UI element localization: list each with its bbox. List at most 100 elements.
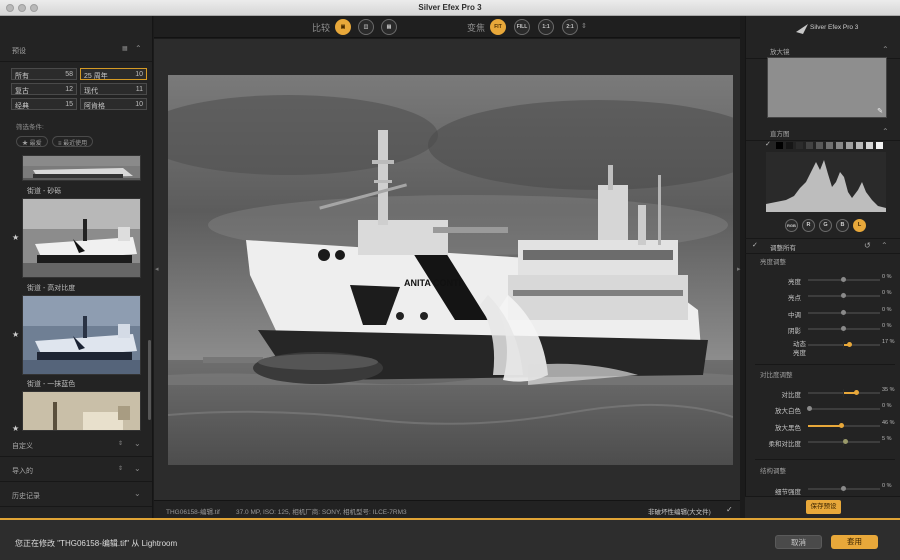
slider-value-amplify-whites: 0 % [882,403,892,409]
adjust-all-header[interactable] [745,238,900,254]
category-25th-anniversary[interactable]: 25 周年 10 [80,68,147,80]
group-contrast-label: 对比度调整 [760,372,793,379]
cancel-button[interactable]: 取消 [775,535,822,549]
slider-amplify-whites[interactable] [807,406,880,411]
history-section[interactable]: 历史记录 ⌄ [0,483,152,507]
side-by-side-icon: ▤ [386,24,392,30]
sort-icon[interactable]: ⇕ [118,440,123,447]
group-structure-label: 结构调整 [760,468,786,475]
histogram-r-button[interactable]: R [802,219,815,232]
loupe-view[interactable]: ✎ [767,57,887,118]
reset-icon[interactable]: ↺ [864,241,871,250]
slider-detail-strength[interactable] [808,485,880,493]
slider-soft-contrast[interactable] [808,438,880,446]
preset-thumbnail[interactable] [22,391,141,431]
filter-favorites[interactable]: ★ 最爱 [16,136,48,147]
slider-dynamic-brightness[interactable] [808,341,880,349]
slider-midtones[interactable] [808,309,880,317]
custom-section[interactable]: 自定义 ⇕ ⌄ [0,433,152,457]
histogram-l-button[interactable]: L [853,219,866,232]
histogram-header[interactable]: 直方图 ⌃ [746,123,900,141]
category-all[interactable]: 所有 58 [11,68,77,80]
apply-button[interactable]: 套用 [831,535,878,549]
zone-swatch[interactable] [816,142,823,149]
check-icon[interactable]: ✓ [765,140,771,148]
zone-swatch[interactable] [786,142,793,149]
category-modern[interactable]: 现代 11 [80,83,147,95]
chevron-down-icon[interactable]: ⌄ [134,489,141,498]
ship-name-text: ANITA CONTI [404,278,461,288]
chevron-up-icon[interactable]: ⌃ [135,44,142,53]
side-by-side-button[interactable]: ▤ [381,19,397,35]
status-image-info: 37.0 MP, ISO: 125, 相机厂商: SONY, 相机型号: ILC… [236,509,407,516]
sort-icon[interactable]: ⇕ [118,465,123,472]
zone-swatch[interactable] [836,142,843,149]
chevron-down-icon[interactable]: ⌄ [134,464,141,473]
status-filename: THG06158-编辑.tif [166,509,220,516]
zone-swatch[interactable] [846,142,853,149]
category-classic[interactable]: 经典 15 [11,98,77,110]
zoom-fit-button[interactable]: FIT [490,19,506,35]
single-view-button[interactable]: ▣ [335,19,351,35]
grid-icon[interactable]: ▦ [122,45,128,52]
chevron-up-icon[interactable]: ⌃ [881,241,888,250]
presets-header[interactable]: 预设 ▦ ⌃ [0,38,152,62]
top-toolbar [154,16,740,38]
save-preset-button[interactable]: 保存预设 [806,500,841,514]
zone-swatch[interactable] [876,142,883,149]
zone-swatch[interactable] [806,142,813,149]
pin-icon[interactable]: ✎ [877,107,883,115]
divider [755,364,895,365]
histogram-g-button[interactable]: G [819,219,832,232]
histogram-rgb-button[interactable]: RGB [785,219,798,232]
zone-swatch[interactable] [856,142,863,149]
slider-label-dynamic-brightness: 动态 亮度 [793,341,806,357]
slider-shadows[interactable] [808,325,880,333]
preset-thumbnail[interactable] [22,295,141,375]
imported-section[interactable]: 导入的 ⇕ ⌄ [0,458,152,482]
slider-value-amplify-blacks: 46 % [882,420,895,426]
slider-value-midtones: 0 % [882,307,892,313]
check-icon[interactable]: ✓ [726,505,733,514]
zone-swatch[interactable] [866,142,873,149]
preset-thumbnail[interactable] [22,198,141,278]
slider-value-dynamic-brightness: 17 % [882,339,895,345]
slider-value-highlights: 0 % [882,290,892,296]
status-bar: THG06158-编辑.tif 37.0 MP, ISO: 125, 相机厂商:… [154,500,740,518]
slider-amplify-blacks[interactable] [808,423,880,428]
zone-swatch[interactable] [796,142,803,149]
slider-brightness[interactable] [808,276,880,284]
chevron-up-icon[interactable]: ⌃ [882,45,889,54]
filter-recent[interactable]: ≡ 最近使用 [52,136,94,147]
slider-value-soft-contrast: 5 % [882,436,892,442]
adjust-all-label: 调整所有 [770,245,796,252]
collapse-left-icon[interactable]: ◂ [155,265,159,273]
zoom-fill-button[interactable]: FILL [514,19,530,35]
collapse-right-icon[interactable]: ▸ [737,265,741,273]
preset-label: 街道 - 一抹蓝色 [27,381,76,388]
zone-swatch[interactable] [776,142,783,149]
chevron-down-icon[interactable]: ⌄ [134,439,141,448]
star-icon[interactable]: ★ [12,330,19,339]
slider-highlights[interactable] [808,292,880,300]
zone-swatch[interactable] [826,142,833,149]
zoom-1-1-button[interactable]: 1:1 [538,19,554,35]
preset-thumbnail[interactable] [22,155,141,181]
check-icon[interactable]: ✓ [752,241,758,249]
chevron-up-icon[interactable]: ⌃ [882,127,889,136]
category-arcangel[interactable]: 阿肯格 10 [80,98,147,110]
zoom-2-1-button[interactable]: 2:1 [562,19,578,35]
preset-label: 街道 - 高对比度 [27,285,76,292]
histogram-b-button[interactable]: B [836,219,849,232]
star-icon[interactable]: ★ [12,424,19,433]
slider-label-highlights: 亮点 [788,295,801,302]
preview-image[interactable]: ANITA CONTI [138,75,768,465]
compare-label: 比较 [312,23,331,33]
slider-contrast[interactable] [808,389,880,397]
split-view-button[interactable]: ◫ [358,19,374,35]
slider-label-midtones: 中调 [788,312,801,319]
stepper-icon[interactable]: ⇕ [581,22,587,30]
category-vintage[interactable]: 复古 12 [11,83,77,95]
preset-list-scrollbar[interactable] [148,340,151,420]
star-icon[interactable]: ★ [12,233,19,242]
